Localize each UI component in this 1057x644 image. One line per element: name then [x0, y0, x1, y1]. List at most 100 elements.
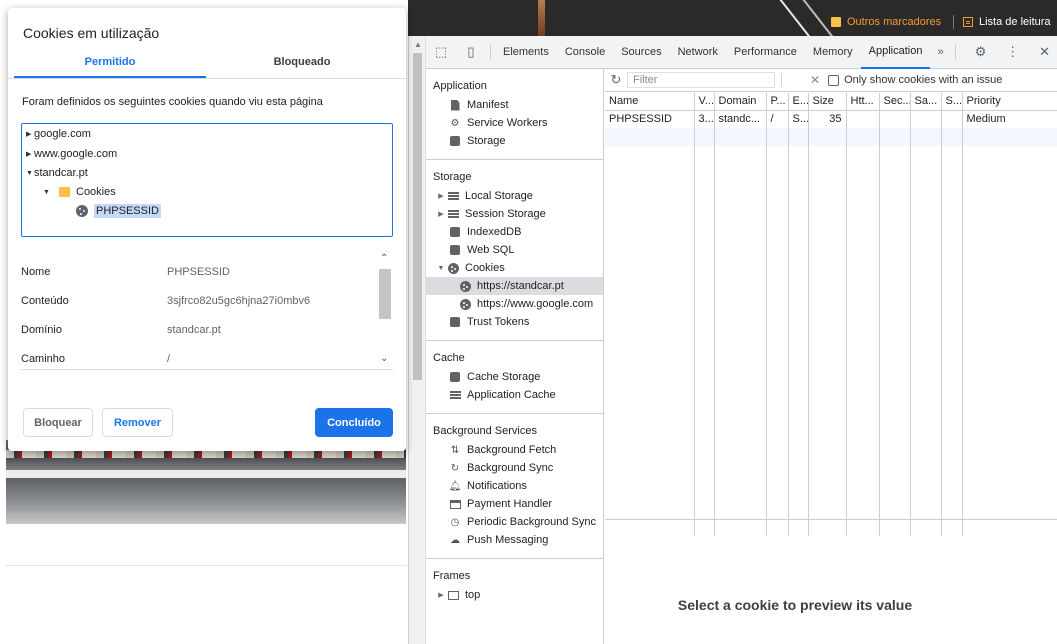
remove-button[interactable]: Remover [102, 408, 173, 437]
tab-elements[interactable]: Elements [495, 36, 557, 69]
tab-blocked[interactable]: Bloqueado [206, 56, 398, 68]
photo-fence [6, 450, 406, 458]
issue-only-checkbox[interactable] [828, 74, 840, 86]
sidebar-item-local-storage[interactable]: ▶ Local Storage [426, 187, 603, 205]
tab-console[interactable]: Console [557, 36, 613, 69]
page-scrollbar[interactable]: ▲ [409, 36, 426, 644]
scrollbar-thumb[interactable] [379, 269, 391, 319]
collapse-arrow-icon[interactable]: ▼ [26, 170, 34, 177]
clear-all-icon[interactable]: ✕ [810, 73, 820, 87]
bookmark-other-bookmarks[interactable]: Outros marcadores [831, 16, 941, 28]
tab-memory[interactable]: Memory [805, 36, 861, 69]
tab-allowed[interactable]: Permitido [14, 56, 206, 68]
dialog-title: Cookies em utilização [23, 25, 160, 41]
cell-sameparty [941, 110, 963, 128]
collapse-arrow-icon[interactable]: ▼ [43, 189, 51, 196]
expand-arrow-icon[interactable]: ▶ [436, 192, 446, 200]
sidebar-item-cache-storage[interactable]: Cache Storage [426, 368, 603, 386]
sidebar-item-label: Background Fetch [467, 444, 557, 456]
column-header-httponly[interactable]: Htt... [846, 93, 880, 111]
column-header-domain[interactable]: Domain [714, 93, 767, 111]
cookie-icon [459, 298, 471, 310]
tab-performance[interactable]: Performance [726, 36, 805, 69]
tree-node-google[interactable]: ▶ google.com [26, 128, 91, 140]
block-button[interactable]: Bloquear [23, 408, 93, 437]
sidebar-item-label: Push Messaging [467, 534, 549, 546]
sidebar-item-label: Manifest [467, 99, 509, 111]
tree-node-standcar[interactable]: ▼ standcar.pt [26, 167, 88, 179]
sidebar-item-background-sync[interactable]: ↻ Background Sync [426, 459, 603, 477]
page-divider [6, 565, 406, 566]
tab-application[interactable]: Application [860, 36, 931, 69]
database-icon [450, 136, 460, 146]
column-header-priority[interactable]: Priority [962, 93, 1057, 111]
expand-arrow-icon[interactable]: ▶ [26, 150, 34, 158]
column-header-sameparty[interactable]: S... [941, 93, 963, 111]
cookie-tree: ▶ google.com ▶ www.google.com ▼ standcar… [21, 123, 393, 237]
sidebar-item-cookie-google[interactable]: https://www.google.com [426, 295, 603, 313]
sidebar-item-label: Notifications [467, 480, 527, 492]
table-row[interactable]: PHPSESSID 3... standc... / S... 35 Mediu… [605, 110, 1057, 128]
done-button[interactable]: Concluído [315, 408, 393, 437]
tab-network[interactable]: Network [670, 36, 726, 69]
expand-arrow-icon[interactable]: ▶ [26, 130, 34, 138]
photo-curb [6, 470, 406, 478]
sidebar-item-notifications[interactable]: 🔔︎ Notifications [426, 477, 603, 495]
sidebar-item-service-workers[interactable]: ⚙ Service Workers [426, 114, 603, 132]
scrollbar-thumb[interactable] [413, 53, 422, 380]
column-header-path[interactable]: P... [766, 93, 789, 111]
sidebar-item-websql[interactable]: Web SQL [426, 241, 603, 259]
sidebar-item-manifest[interactable]: Manifest [426, 96, 603, 114]
cookie-icon [76, 205, 88, 217]
chevron-down-icon[interactable]: ⌄ [380, 353, 388, 364]
column-header-samesite[interactable]: Sa... [910, 93, 942, 111]
tree-node-phpsessid[interactable]: PHPSESSID [76, 204, 161, 218]
tree-node-cookies-folder[interactable]: ▼ Cookies [43, 186, 116, 198]
table-icon [447, 191, 459, 201]
issue-only-label: Only show cookies with an issue [844, 74, 1003, 86]
column-header-size[interactable]: Size [808, 93, 847, 111]
sidebar-item-application-cache[interactable]: Application Cache [426, 386, 603, 404]
sidebar-item-indexeddb[interactable]: IndexedDB [426, 223, 603, 241]
photo-road [6, 478, 406, 524]
details-scrollbar[interactable]: ⌃ ⌄ [378, 251, 392, 369]
sidebar-item-label: Web SQL [467, 244, 515, 256]
detail-row-domain: Domínio standcar.pt [21, 324, 371, 336]
tree-node-www-google[interactable]: ▶ www.google.com [26, 148, 117, 160]
sidebar-item-payment-handler[interactable]: Payment Handler [426, 495, 603, 513]
sidebar-item-push-messaging[interactable]: ☁ Push Messaging [426, 531, 603, 549]
sidebar-item-session-storage[interactable]: ▶ Session Storage [426, 205, 603, 223]
more-options-icon[interactable]: ⋮ [1002, 44, 1024, 60]
filter-input[interactable] [627, 72, 775, 88]
cell-value: 3... [694, 110, 715, 128]
sidebar-item-cookies[interactable]: ▼ Cookies [426, 259, 603, 277]
column-header-expires[interactable]: E... [788, 93, 809, 111]
inspect-element-icon[interactable]: ⬚ [426, 44, 456, 60]
sidebar-item-periodic-background-sync[interactable]: ◷ Periodic Background Sync [426, 513, 603, 531]
expand-arrow-icon[interactable]: ▶ [436, 591, 446, 599]
sidebar-item-background-fetch[interactable]: ⇅ Background Fetch [426, 441, 603, 459]
section-title-background-services: Background Services [433, 425, 537, 437]
sidebar-item-trust-tokens[interactable]: Trust Tokens [426, 313, 603, 331]
sidebar-item-cookie-standcar[interactable]: https://standcar.pt [426, 277, 603, 295]
sidebar-item-frame-top[interactable]: ▶ top [426, 586, 603, 604]
bookmark-reading-list[interactable]: Lista de leitura [963, 16, 1051, 28]
detail-row-content: Conteúdo 3sjfrco82u5gc6hjna27i0mbv6 [21, 295, 371, 307]
tab-sources[interactable]: Sources [613, 36, 669, 69]
expand-arrow-icon[interactable]: ▶ [436, 210, 446, 218]
column-header-value[interactable]: V... [694, 93, 715, 111]
close-devtools-icon[interactable]: ✕ [1034, 44, 1056, 60]
scroll-up-icon[interactable]: ▲ [414, 40, 422, 49]
column-header-secure[interactable]: Sec... [879, 93, 911, 111]
refresh-icon[interactable]: ↻ [605, 72, 627, 88]
sidebar-item-label: Service Workers [467, 117, 548, 129]
settings-gear-icon[interactable]: ⚙ [970, 44, 992, 60]
device-toolbar-icon[interactable]: ▯ [456, 44, 486, 60]
column-header-name[interactable]: Name [605, 93, 695, 111]
sidebar-item-label: Storage [467, 135, 506, 147]
more-tabs-button[interactable]: » [930, 46, 950, 58]
folder-icon [59, 187, 70, 197]
chevron-up-icon[interactable]: ⌃ [380, 253, 388, 264]
collapse-arrow-icon[interactable]: ▼ [436, 265, 446, 272]
sidebar-item-storage[interactable]: Storage [426, 132, 603, 150]
